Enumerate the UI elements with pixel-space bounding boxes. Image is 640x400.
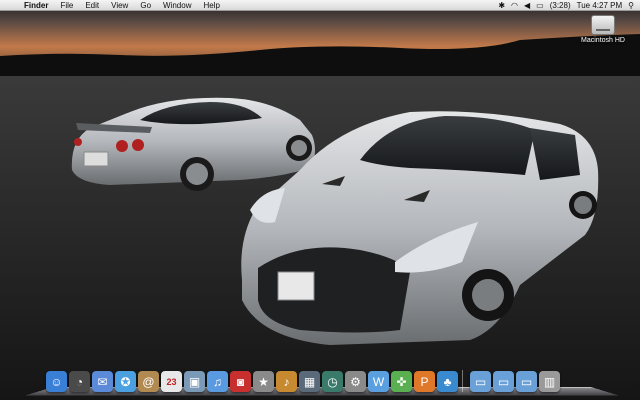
menu-clock[interactable]: Tue 4:27 PM [577,0,623,11]
folder-downloads-icon[interactable]: ▭ [516,371,537,392]
menu-help[interactable]: Help [197,0,225,11]
imovie-icon[interactable]: ★ [253,371,274,392]
spotlight-icon[interactable]: ⚲ [628,0,634,11]
wifi-icon[interactable]: ◠ [511,0,518,11]
battery-time[interactable]: (3:28) [550,0,571,11]
menu-extras: ✱ ◠ ◀ ▭ (3:28) Tue 4:27 PM ⚲ [498,0,640,11]
menu-go[interactable]: Go [134,0,157,11]
desktop-icon-label: Macintosh HD [581,37,625,44]
finder-icon[interactable]: ☺ [46,371,67,392]
itunes-icon[interactable]: ♫ [207,371,228,392]
ical-icon[interactable]: 23 [161,371,182,392]
safari-icon[interactable]: ✪ [115,371,136,392]
app-people-icon[interactable]: ♣ [437,371,458,392]
dashboard-icon[interactable]: ◔ [69,371,90,392]
bluetooth-icon[interactable]: ✱ [498,0,505,11]
photo-booth-icon[interactable]: ◙ [230,371,251,392]
desktop-icon-macintosh-hd[interactable]: Macintosh HD [578,15,628,44]
address-book-icon[interactable]: @ [138,371,159,392]
menu-bar: Finder File Edit View Go Window Help ✱ ◠… [0,0,640,11]
volume-icon[interactable]: ◀ [524,0,530,11]
folder-documents-icon[interactable]: ▭ [493,371,514,392]
menu-file[interactable]: File [54,0,79,11]
menu-finder[interactable]: Finder [18,0,54,11]
app-orange-icon[interactable]: P [414,371,435,392]
trash-icon[interactable]: ▥ [539,371,560,392]
folder-applications-icon[interactable]: ▭ [470,371,491,392]
dock-icons: ☺ ◔ ✉ ✪ @23 ▣ ♫ ◙ ★ ♪ ▦ ◷ ⚙ W ✜ P ♣ ▭ ▭ ▭ ▥ [46,370,560,392]
battery-icon[interactable]: ▭ [536,0,544,11]
spaces-icon[interactable]: ▦ [299,371,320,392]
iphoto-icon[interactable]: ▣ [184,371,205,392]
time-machine-icon[interactable]: ◷ [322,371,343,392]
app-green-icon[interactable]: ✜ [391,371,412,392]
menu-view[interactable]: View [105,0,134,11]
dock-separator [462,370,468,392]
wallpaper-art [0,0,640,400]
garageband-icon[interactable]: ♪ [276,371,297,392]
dock: ☺ ◔ ✉ ✪ @23 ▣ ♫ ◙ ★ ♪ ▦ ◷ ⚙ W ✜ P ♣ ▭ ▭ ▭ ▥ [25,366,619,398]
hard-disk-icon[interactable] [591,15,615,35]
wu-icon[interactable]: W [368,371,389,392]
menu-window[interactable]: Window [157,0,197,11]
mail-icon[interactable]: ✉ [92,371,113,392]
desktop-wallpaper [0,0,640,400]
menu-edit[interactable]: Edit [79,0,105,11]
system-preferences-icon[interactable]: ⚙ [345,371,366,392]
